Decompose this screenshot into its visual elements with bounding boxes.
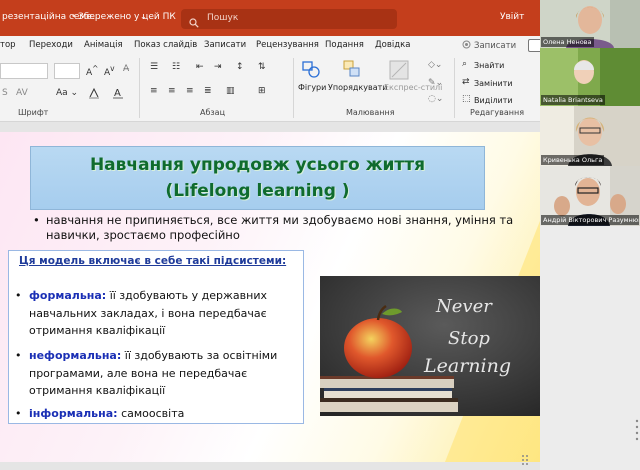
slide[interactable]: Навчання упродовж усього життя (Lifelong… [0,132,540,462]
ribbon: A^ Av A̶ S AV Aa ⌄ A Шрифт ☰ ☷ ⇤ ⇥ ↕ ⇅ ≡… [0,56,540,122]
quick-styles-icon[interactable] [389,60,409,84]
slide-title-box[interactable]: Навчання упродовж усього життя (Lifelong… [30,146,485,210]
align-left-icon[interactable]: ≡ [150,86,158,96]
subsystems-box[interactable]: Ця модель включає в себе такі підсистеми… [8,250,304,424]
divider [139,58,140,118]
char-spacing-icon[interactable]: AV [16,88,28,98]
participants-panel: Олена Ненова Natalia Briantseva Кривеньк… [540,0,640,470]
image-word: Never [435,296,493,317]
highlight-icon[interactable] [88,87,100,102]
text-direction-icon[interactable]: ⇅ [258,62,266,72]
comments-icon[interactable] [528,39,540,52]
line-spacing-icon[interactable]: ↕ [236,62,244,72]
bullet-dot: • [15,289,22,302]
select-button[interactable]: Виділити [474,96,513,105]
font-size-field[interactable] [54,63,80,79]
record-label: Записати [474,41,517,51]
group-paragraph: Абзац [200,108,226,117]
title-bar: резентаційна семе... • Збережено у цей П… [0,0,540,36]
bullet-dot: • [15,407,22,420]
slide-title: Навчання упродовж усього життя [89,155,426,175]
group-drawing: Малювання [346,108,395,117]
bullet-dot: • [33,213,40,227]
shape-fill-icon[interactable]: ◇⌄ [428,60,442,70]
save-status[interactable]: Збережено у цей ПК [78,12,176,22]
ribbon-tabs: тор Переходи Анімація Показ слайдів Запи… [0,36,540,56]
scroll-handle-icon[interactable] [520,452,530,470]
participant-name: Андрій Вікторович Разумнюк [541,215,639,225]
record-button[interactable]: Записати [462,39,516,53]
numbering-icon[interactable]: ☷ [172,62,180,72]
bullet-dot: • [15,349,22,362]
arrange-icon[interactable] [343,60,361,82]
term-formal: формальна: [29,289,107,302]
replace-button[interactable]: Замінити [474,79,513,88]
smartart-icon[interactable]: ⊞ [258,86,266,96]
search-placeholder: Пошук [207,13,239,23]
arrange-button[interactable]: Упорядкувати [328,83,387,92]
select-icon[interactable]: ⬚ [462,94,471,104]
tab-animation[interactable]: Анімація [84,40,123,50]
align-right-icon[interactable]: ≡ [186,86,194,96]
apple-icon [344,318,412,378]
justify-icon[interactable]: ≣ [204,86,212,96]
shapes-icon[interactable] [302,60,320,82]
font-name-field[interactable] [0,63,48,79]
tab-review[interactable]: Рецензування [256,40,319,50]
chevron-down-icon[interactable]: ⌄ [140,12,147,21]
main-bullet-text: навчання не припиняється, все життя ми з… [46,213,514,242]
powerpoint-window: резентаційна семе... • Збережено у цей П… [0,0,540,470]
participant-name: Natalia Briantseva [541,95,605,105]
tab-help[interactable]: Довідка [375,40,410,50]
participant-tile[interactable]: Андрій Вікторович Разумнюк [540,166,640,226]
change-case-icon[interactable]: Aa ⌄ [56,88,78,98]
shadow-icon[interactable]: S [2,88,8,98]
bullets-icon[interactable]: ☰ [150,62,158,72]
find-icon[interactable]: ⌕ [462,59,467,69]
divider [454,58,455,118]
search-box[interactable]: Пошук [181,9,397,29]
participant-name: Кривенька Ольга [541,155,605,165]
never-stop-learning-image[interactable]: Never Stop Learning [320,276,540,416]
sign-in-button[interactable]: Увійт [500,12,524,22]
font-color-icon[interactable]: A [112,87,124,103]
record-icon [462,40,471,52]
tab-view[interactable]: Подання [325,40,364,50]
panel-resize-handle-icon[interactable] [634,418,640,446]
term-informal-desc: самоосвіта [117,407,185,420]
slide-subtitle: (Lifelong learning ) [165,181,350,201]
divider [293,58,294,118]
image-word: Learning [423,355,511,377]
tab-record[interactable]: Записати [204,40,246,50]
tab-design[interactable]: тор [0,40,16,50]
decrease-font-icon[interactable]: Av [104,64,115,78]
term-nonformal: неформальна: [29,349,122,362]
separator: • [71,12,77,22]
shape-outline-icon[interactable]: ✎⌄ [428,78,443,88]
find-button[interactable]: Знайти [474,61,504,70]
increase-indent-icon[interactable]: ⇥ [214,62,222,72]
slide-canvas: Навчання упродовж усього життя (Lifelong… [0,122,540,470]
participant-name: Олена Ненова [541,37,594,47]
align-center-icon[interactable]: ≡ [168,86,176,96]
participant-tile[interactable]: Кривенька Ольга [540,106,640,166]
quick-styles-button[interactable]: Експрес-стилі [384,83,442,93]
shape-effects-icon[interactable]: ◌⌄ [428,94,443,104]
participant-tile[interactable]: Natalia Briantseva [540,48,640,106]
subsystems-heading: Ця модель включає в себе такі підсистеми… [19,255,287,267]
search-icon [189,13,199,32]
replace-icon[interactable]: ⇄ [462,77,470,87]
group-font: Шрифт [18,108,49,117]
decrease-indent-icon[interactable]: ⇤ [196,62,204,72]
participant-tile[interactable]: Олена Ненова [540,0,640,48]
shapes-button[interactable]: Фігури [298,83,326,92]
group-editing: Редагування [470,108,525,117]
tab-slideshow[interactable]: Показ слайдів [134,40,197,50]
image-word: Stop [448,328,490,349]
increase-font-icon[interactable]: A^ [86,64,98,78]
columns-icon[interactable]: ▥ [226,86,235,96]
tab-transitions[interactable]: Переходи [29,40,73,50]
clear-format-icon[interactable]: A̶ [123,64,129,74]
term-informal: інформальна: [29,407,118,420]
